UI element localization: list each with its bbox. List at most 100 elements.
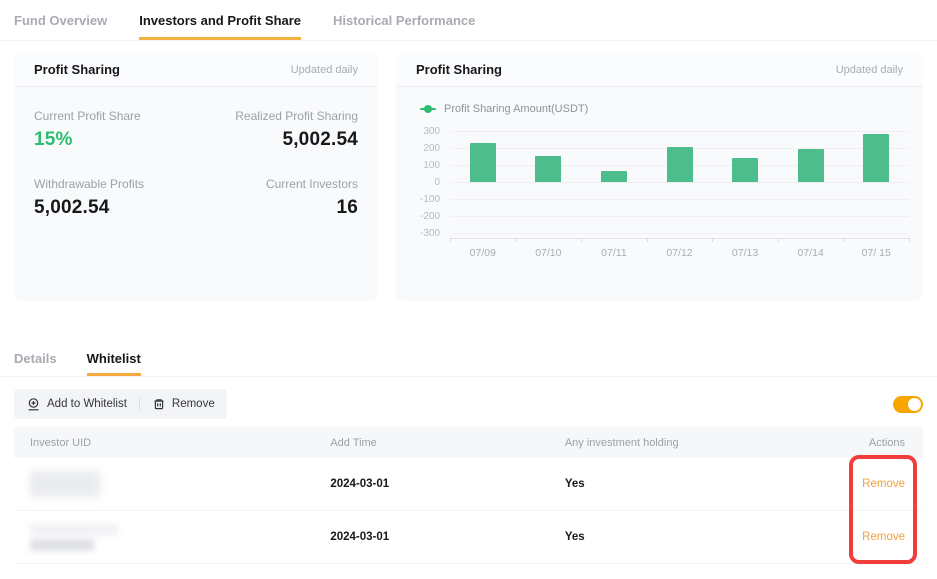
x-axis-tick-label: 07/12 <box>666 247 692 259</box>
x-axis-tick <box>712 238 713 242</box>
add-time-cell: 2024-03-01 <box>330 478 565 490</box>
stats-card-header: Profit Sharing Updated daily <box>14 53 378 87</box>
stats-grid: Current Profit Share 15% Realized Profit… <box>14 87 378 219</box>
bar-07-12 <box>667 147 693 182</box>
stats-card-title: Profit Sharing <box>34 62 120 77</box>
header-investor-uid: Investor UID <box>14 437 330 449</box>
gridline <box>450 131 909 132</box>
masked-investor-uid <box>30 523 118 536</box>
stat-label: Withdrawable Profits <box>34 177 196 191</box>
bottom-tab-bar: Details Whitelist <box>0 341 937 377</box>
legend-series-marker-icon <box>420 105 436 113</box>
add-to-whitelist-button[interactable]: Add to Whitelist <box>26 397 127 412</box>
x-axis-tick-label: 07/13 <box>732 247 758 259</box>
toolbar-divider <box>139 397 140 411</box>
bar-07--15 <box>863 134 889 182</box>
chart-card-updated-label: Updated daily <box>836 64 903 76</box>
bar-chart: 3002001000-100-200-300 07/0907/1007/1107… <box>410 131 913 271</box>
stat-current-investors: Current Investors 16 <box>196 177 358 219</box>
cards-row: Profit Sharing Updated daily Current Pro… <box>14 53 923 301</box>
x-axis-tick <box>909 238 910 242</box>
y-axis-tick-label: -100 <box>420 194 440 205</box>
x-axis-tick-label: 07/09 <box>470 247 496 259</box>
x-axis-line <box>450 238 909 239</box>
bar-07-10 <box>535 156 561 182</box>
header-actions: Actions <box>814 437 923 449</box>
y-axis-tick-label: 300 <box>423 126 440 137</box>
header-add-time: Add Time <box>330 437 565 449</box>
whitelist-table: Investor UID Add Time Any investment hol… <box>14 427 923 564</box>
y-axis-tick-label: 0 <box>434 177 440 188</box>
stat-value: 16 <box>196 197 358 219</box>
y-axis-tick-label: -200 <box>420 211 440 222</box>
chart-card-title: Profit Sharing <box>416 62 502 77</box>
stat-label: Realized Profit Sharing <box>196 109 358 123</box>
gridline <box>450 182 909 183</box>
x-axis-tick <box>581 238 582 242</box>
table-header-row: Investor UID Add Time Any investment hol… <box>14 427 923 458</box>
legend-label: Profit Sharing Amount(USDT) <box>444 103 588 115</box>
holding-cell: Yes <box>565 531 814 543</box>
x-axis-tick <box>778 238 779 242</box>
bar-07-09 <box>470 143 496 182</box>
x-axis-tick <box>450 238 451 242</box>
x-axis-tick <box>647 238 648 242</box>
remove-button[interactable]: Remove <box>152 397 215 411</box>
masked-investor-uid <box>30 471 100 497</box>
stat-value: 15% <box>34 129 196 151</box>
profit-sharing-chart-card: Profit Sharing Updated daily Profit Shar… <box>396 53 923 301</box>
row-remove-link[interactable]: Remove <box>862 531 905 543</box>
chart-legend-item[interactable]: Profit Sharing Amount(USDT) <box>420 103 923 115</box>
x-axis-tick-label: 07/10 <box>535 247 561 259</box>
investor-uid-cell <box>14 471 330 497</box>
tab-whitelist[interactable]: Whitelist <box>87 341 141 376</box>
investor-uid-cell <box>14 523 330 551</box>
gridline <box>450 233 909 234</box>
table-row: 2024-03-01 Yes Remove <box>14 458 923 511</box>
x-axis-tick-label: 07/14 <box>798 247 824 259</box>
toolbar-button-group: Add to Whitelist Remove <box>14 389 227 419</box>
whitelist-toolbar: Add to Whitelist Remove <box>14 389 923 419</box>
x-axis-tick <box>516 238 517 242</box>
tab-investors-profit-share[interactable]: Investors and Profit Share <box>139 0 301 40</box>
tab-fund-overview[interactable]: Fund Overview <box>14 0 107 40</box>
y-axis-tick-label: 200 <box>423 143 440 154</box>
trash-icon <box>152 397 166 411</box>
stat-withdrawable-profits: Withdrawable Profits 5,002.54 <box>34 177 196 219</box>
stat-value: 5,002.54 <box>196 129 358 151</box>
stat-value: 5,002.54 <box>34 197 196 219</box>
tab-details[interactable]: Details <box>14 341 57 376</box>
bar-07-14 <box>798 149 824 182</box>
stat-label: Current Profit Share <box>34 109 196 123</box>
masked-investor-uid <box>30 539 94 551</box>
chart-plot: 07/09 07/10 07/11 07/12 07/13 07/14 07/ 15 <box>450 131 909 271</box>
y-axis-tick-label: -300 <box>420 228 440 239</box>
x-axis-tick-label: 07/11 <box>601 247 627 259</box>
add-time-cell: 2024-03-01 <box>330 531 565 543</box>
holding-cell: Yes <box>565 478 814 490</box>
profit-sharing-stats-card: Profit Sharing Updated daily Current Pro… <box>14 53 378 301</box>
remove-button-label: Remove <box>172 398 215 410</box>
bar-07-13 <box>732 158 758 182</box>
toggle-knob <box>908 398 921 411</box>
bar-07-11 <box>601 171 627 182</box>
chart-ylabels: 3002001000-100-200-300 <box>410 131 440 239</box>
top-tab-bar: Fund Overview Investors and Profit Share… <box>0 0 937 41</box>
gridline <box>450 216 909 217</box>
stat-current-profit-share: Current Profit Share 15% <box>34 109 196 151</box>
gridline <box>450 199 909 200</box>
x-axis-tick-label: 07/ 15 <box>862 247 891 259</box>
whitelist-toggle[interactable] <box>893 396 923 413</box>
tab-historical-performance[interactable]: Historical Performance <box>333 0 475 40</box>
stat-realized-profit-sharing: Realized Profit Sharing 5,002.54 <box>196 109 358 151</box>
stat-label: Current Investors <box>196 177 358 191</box>
add-to-whitelist-label: Add to Whitelist <box>47 398 127 410</box>
add-to-whitelist-icon <box>26 397 41 412</box>
stats-card-updated-label: Updated daily <box>291 64 358 76</box>
x-axis-tick <box>843 238 844 242</box>
row-remove-link[interactable]: Remove <box>862 478 905 490</box>
table-row: 2024-03-01 Yes Remove <box>14 511 923 564</box>
chart-card-header: Profit Sharing Updated daily <box>396 53 923 87</box>
header-any-investment-holding: Any investment holding <box>565 437 814 449</box>
y-axis-tick-label: 100 <box>423 160 440 171</box>
